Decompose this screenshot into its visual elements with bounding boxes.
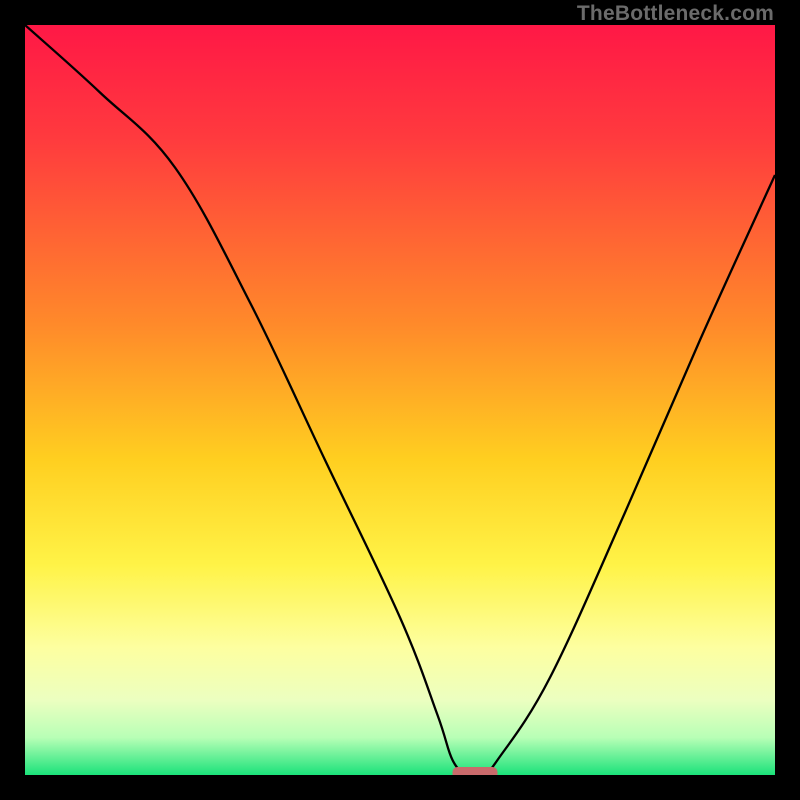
plot-area — [25, 25, 775, 775]
chart-frame: TheBottleneck.com — [0, 0, 800, 800]
gradient-background — [25, 25, 775, 775]
watermark-text: TheBottleneck.com — [577, 2, 774, 26]
balance-point-marker — [453, 767, 498, 775]
plot-svg — [25, 25, 775, 775]
